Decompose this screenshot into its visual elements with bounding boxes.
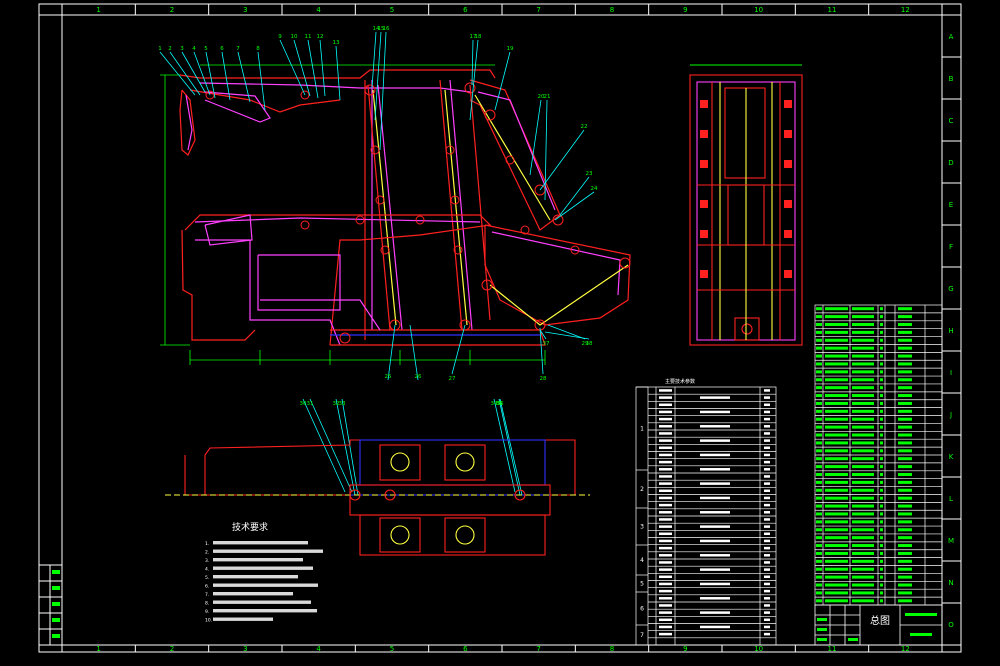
part-balloon-label: 25 — [385, 374, 392, 380]
frame-row-label: A — [949, 33, 954, 41]
part-balloon-label: 28 — [540, 376, 547, 382]
frame-col-label-top: 6 — [463, 6, 468, 14]
frame-column-labels-top: 1 2 3 4 5 6 7 8 9 10 11 12 — [96, 6, 909, 14]
part-balloon-label: 23 — [586, 171, 593, 177]
part-balloon-label: 16 — [383, 26, 390, 32]
frame-col-label-bottom: 12 — [901, 645, 910, 653]
frame-col-label-bottom: 9 — [683, 645, 687, 653]
part-balloon-label: 33 — [339, 401, 346, 407]
frame-col-label-bottom: 5 — [390, 645, 394, 653]
params-group-label: 4 — [640, 557, 644, 564]
frame-row-label: M — [948, 537, 954, 545]
part-balloon-label: 21 — [544, 94, 551, 100]
frame-row-label: O — [948, 621, 954, 629]
frame-col-label-top: 2 — [170, 6, 174, 14]
frame-row-label: B — [949, 75, 954, 83]
left-margin-marks — [52, 570, 60, 638]
drawing-name: 总图 — [870, 614, 890, 627]
frame-col-label-top: 10 — [754, 6, 763, 14]
tech-req-item: 1. — [205, 541, 209, 547]
frame-row-label: E — [949, 201, 953, 209]
hinge-pins — [205, 82, 631, 344]
frame-col-label-bottom: 6 — [463, 645, 468, 653]
part-balloon-label: 2 — [168, 46, 172, 52]
tech-req-item: 8. — [205, 601, 209, 607]
cad-drawing-canvas: 1 2 3 4 5 6 7 8 9 10 11 12 1 2 3 4 5 6 7 8 9 10 11 12 ABCDEFGH… — [38, 3, 962, 653]
params-group-label: 5 — [640, 581, 644, 588]
part-balloon-label: 10 — [291, 34, 298, 40]
frame-col-label-top: 9 — [683, 6, 687, 14]
part-balloon-label: 3 — [180, 46, 184, 52]
frame-col-label-bottom: 3 — [243, 645, 247, 653]
frame-row-label: H — [948, 327, 953, 335]
frame-row-label: I — [950, 369, 952, 377]
frame-row-label: K — [949, 453, 954, 461]
params-group-label: 6 — [640, 606, 644, 613]
frame-col-label-top: 7 — [536, 6, 540, 14]
frame-col-label-top: 12 — [901, 6, 910, 14]
part-balloon-label: 13 — [333, 40, 340, 46]
frame-row-label: C — [949, 117, 954, 125]
part-balloon-label: 24 — [591, 186, 598, 192]
frame-col-label-bottom: 10 — [754, 645, 763, 653]
frame-row-label: L — [949, 495, 953, 503]
frame-col-label-top: 4 — [316, 6, 321, 14]
frame-row-label: D — [948, 159, 953, 167]
tech-req-item: 9. — [205, 609, 209, 615]
part-balloon-label: 38 — [586, 341, 593, 347]
part-balloon-label: 22 — [581, 124, 588, 130]
part-balloon-label: 19 — [507, 46, 514, 52]
params-group-label: 2 — [640, 486, 644, 493]
part-balloon-label: 1 — [158, 46, 162, 52]
tech-req-title: 技术要求 — [232, 521, 268, 533]
plan-view — [165, 439, 590, 556]
part-balloon-label: 37 — [543, 341, 550, 347]
params-group-label: 1 — [640, 426, 644, 433]
frame-col-label-top: 11 — [828, 6, 837, 14]
tech-req-item: 2. — [205, 550, 209, 556]
technical-requirements: 技术要求 1. 2. 3. 4. 5. 6. 7. 8. 9. 10. — [205, 521, 323, 624]
main-side-elevation — [179, 69, 631, 346]
part-balloon-label: 11 — [305, 34, 312, 40]
part-balloon-label: 31 — [307, 401, 314, 407]
tech-req-item: 5. — [205, 575, 209, 581]
tech-req-item: 6. — [205, 584, 209, 590]
part-balloon-label: 8 — [256, 46, 260, 52]
frame-row-label: G — [948, 285, 953, 293]
frame-row-labels: A B C D E F G H I J K L M N O — [942, 33, 961, 629]
frame-col-label-top: 8 — [610, 6, 614, 14]
frame-col-label-bottom: 1 — [96, 645, 100, 653]
frame-col-label-bottom: 4 — [316, 645, 321, 653]
frame-col-label-top: 3 — [243, 6, 247, 14]
frame-col-label-bottom: 7 — [536, 645, 540, 653]
params-group-label: 7 — [640, 632, 644, 639]
tech-req-item: 10. — [205, 618, 212, 624]
part-balloon-label: 36 — [497, 401, 504, 407]
tech-req-item: 3. — [205, 558, 209, 564]
part-balloon-label: 6 — [220, 46, 224, 52]
part-balloon-label: 18 — [475, 34, 482, 40]
frame-row-label: N — [948, 579, 953, 587]
part-balloon-label: 27 — [449, 376, 456, 382]
part-balloon-label: 4 — [192, 46, 196, 52]
frame-col-label-top: 1 — [96, 6, 100, 14]
frame-col-label-top: 5 — [390, 6, 394, 14]
part-balloon-label: 9 — [278, 34, 282, 40]
leader-lines-top — [159, 31, 595, 496]
frame-col-label-bottom: 2 — [170, 645, 174, 653]
part-balloon-label: 26 — [415, 374, 422, 380]
tech-req-item: 4. — [205, 567, 209, 573]
part-balloon-label: 7 — [236, 46, 240, 52]
part-balloon-label: 12 — [317, 34, 324, 40]
tech-req-item: 7. — [205, 592, 209, 598]
frame-col-label-bottom: 8 — [610, 645, 614, 653]
part-balloon-label: 5 — [204, 46, 208, 52]
frame-row-label: J — [949, 411, 952, 419]
frame-row-label: F — [949, 243, 953, 251]
frame-col-label-bottom: 11 — [828, 645, 837, 653]
params-table: 主要技术参数 1 2 3 4 5 6 7 — [635, 378, 777, 646]
parts-list — [814, 304, 943, 606]
params-group-label: 3 — [640, 524, 644, 531]
params-table-title: 主要技术参数 — [665, 378, 695, 385]
